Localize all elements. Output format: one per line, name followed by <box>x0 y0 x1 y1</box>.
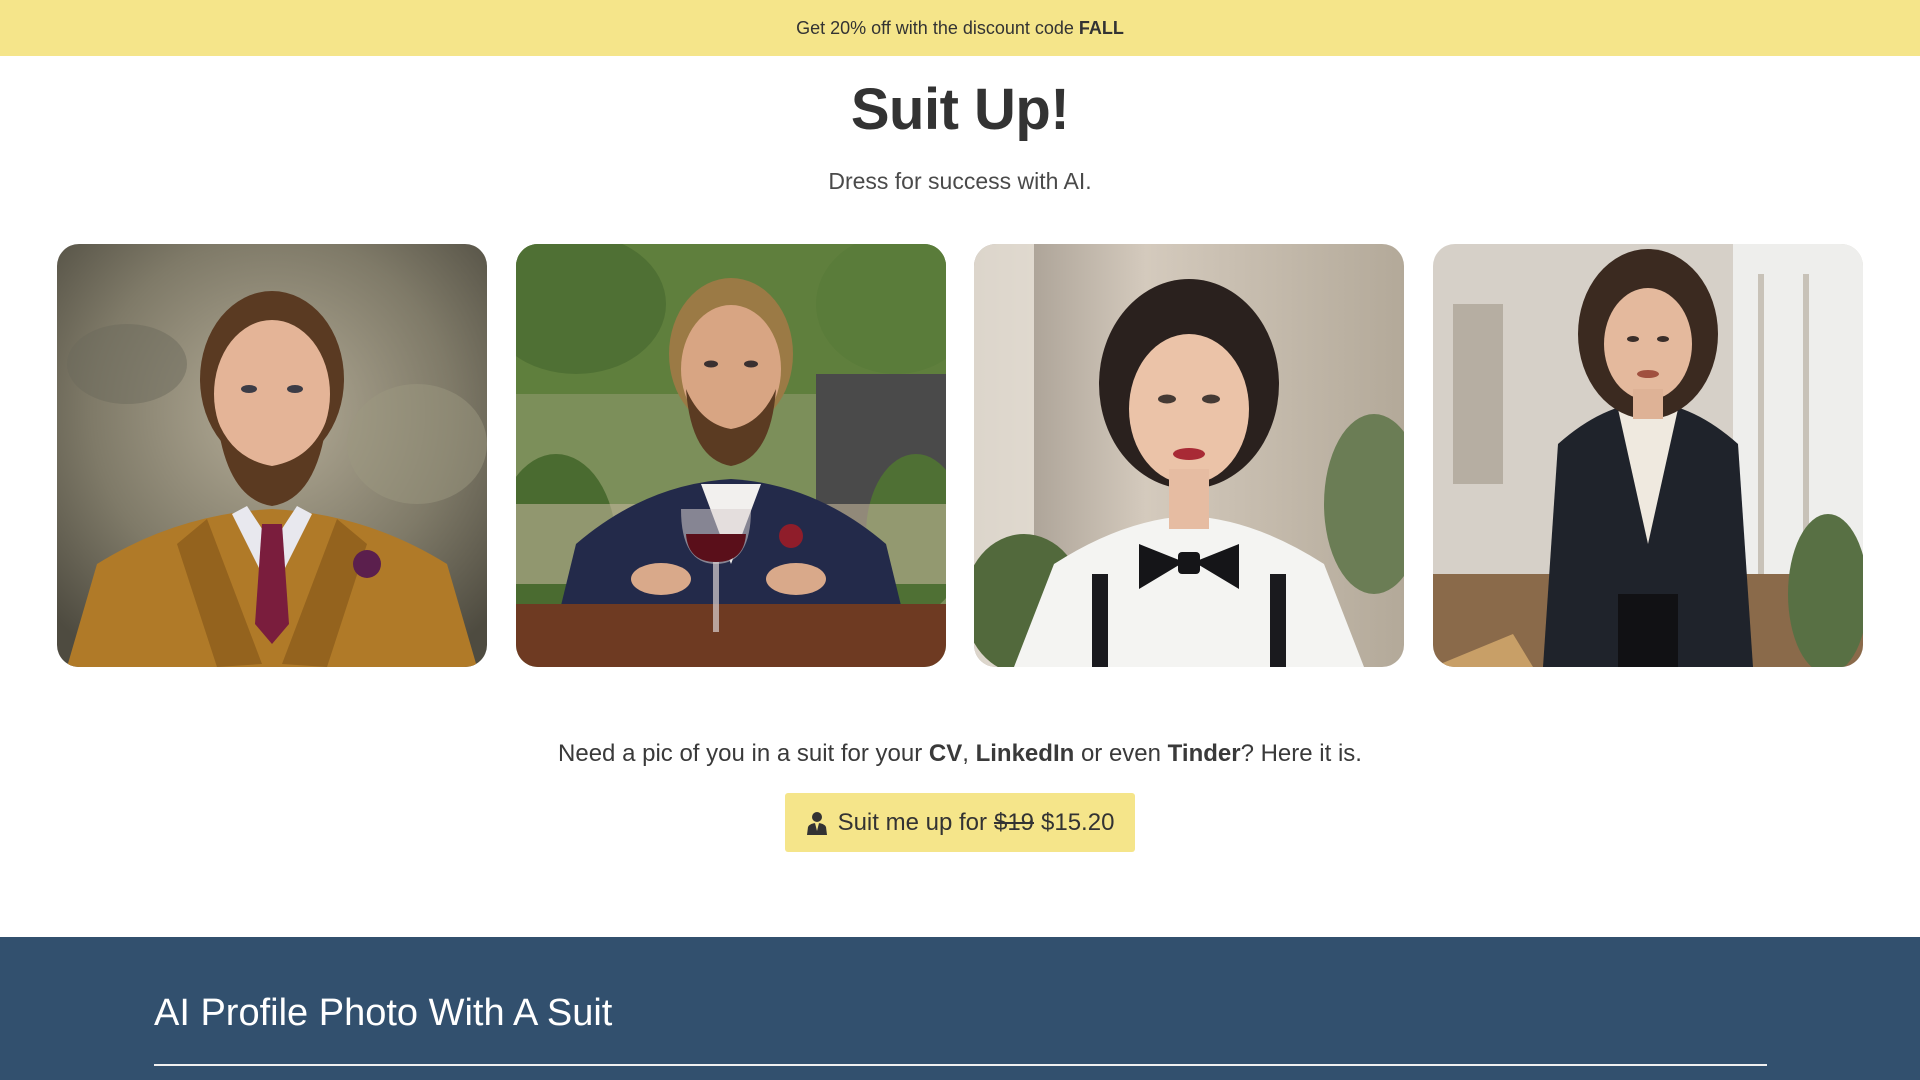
pitch-suffix: ? Here it is. <box>1240 740 1362 767</box>
pitch-tinder: Tinder <box>1167 740 1241 767</box>
tagline: Dress for success with AI. <box>828 168 1092 194</box>
footer-title: AI Profile Photo With A Suit <box>154 992 613 1034</box>
cta-old-price: $19 <box>993 808 1035 836</box>
promo-banner: Get 20% off with the discount code FALL <box>0 0 1920 56</box>
page-title: Suit Up! <box>850 77 1070 142</box>
footer-section: AI Profile Photo With A Suit <box>0 937 1920 1080</box>
person-suit-icon <box>806 811 827 835</box>
suit-me-up-button[interactable]: Suit me up for $19 $15.20 <box>785 793 1135 852</box>
footer-divider <box>154 1064 1767 1066</box>
woman-black-blazer-photo <box>1433 244 1863 667</box>
man-navy-suit-wine-photo <box>516 244 946 667</box>
pitch-middle: or even <box>1080 740 1161 767</box>
pitch-linkedin: LinkedIn <box>975 740 1075 767</box>
cta-new-price: $15.20 <box>1041 808 1115 836</box>
photo-gallery <box>57 244 1863 667</box>
promo-text: Get 20% off with the discount code <box>796 17 1074 38</box>
woman-bow-tie-photo <box>974 244 1404 667</box>
pitch-prefix: Need a pic of you in a suit for your <box>558 740 923 767</box>
pitch-cv: CV <box>928 740 963 767</box>
discount-code: FALL <box>1078 17 1124 38</box>
pitch-comma: , <box>962 740 969 767</box>
man-mustard-suit-photo <box>57 244 487 667</box>
pitch-text: Need a pic of you in a suit for your CV,… <box>0 740 1920 768</box>
cta-label: Suit me up for <box>837 808 987 836</box>
